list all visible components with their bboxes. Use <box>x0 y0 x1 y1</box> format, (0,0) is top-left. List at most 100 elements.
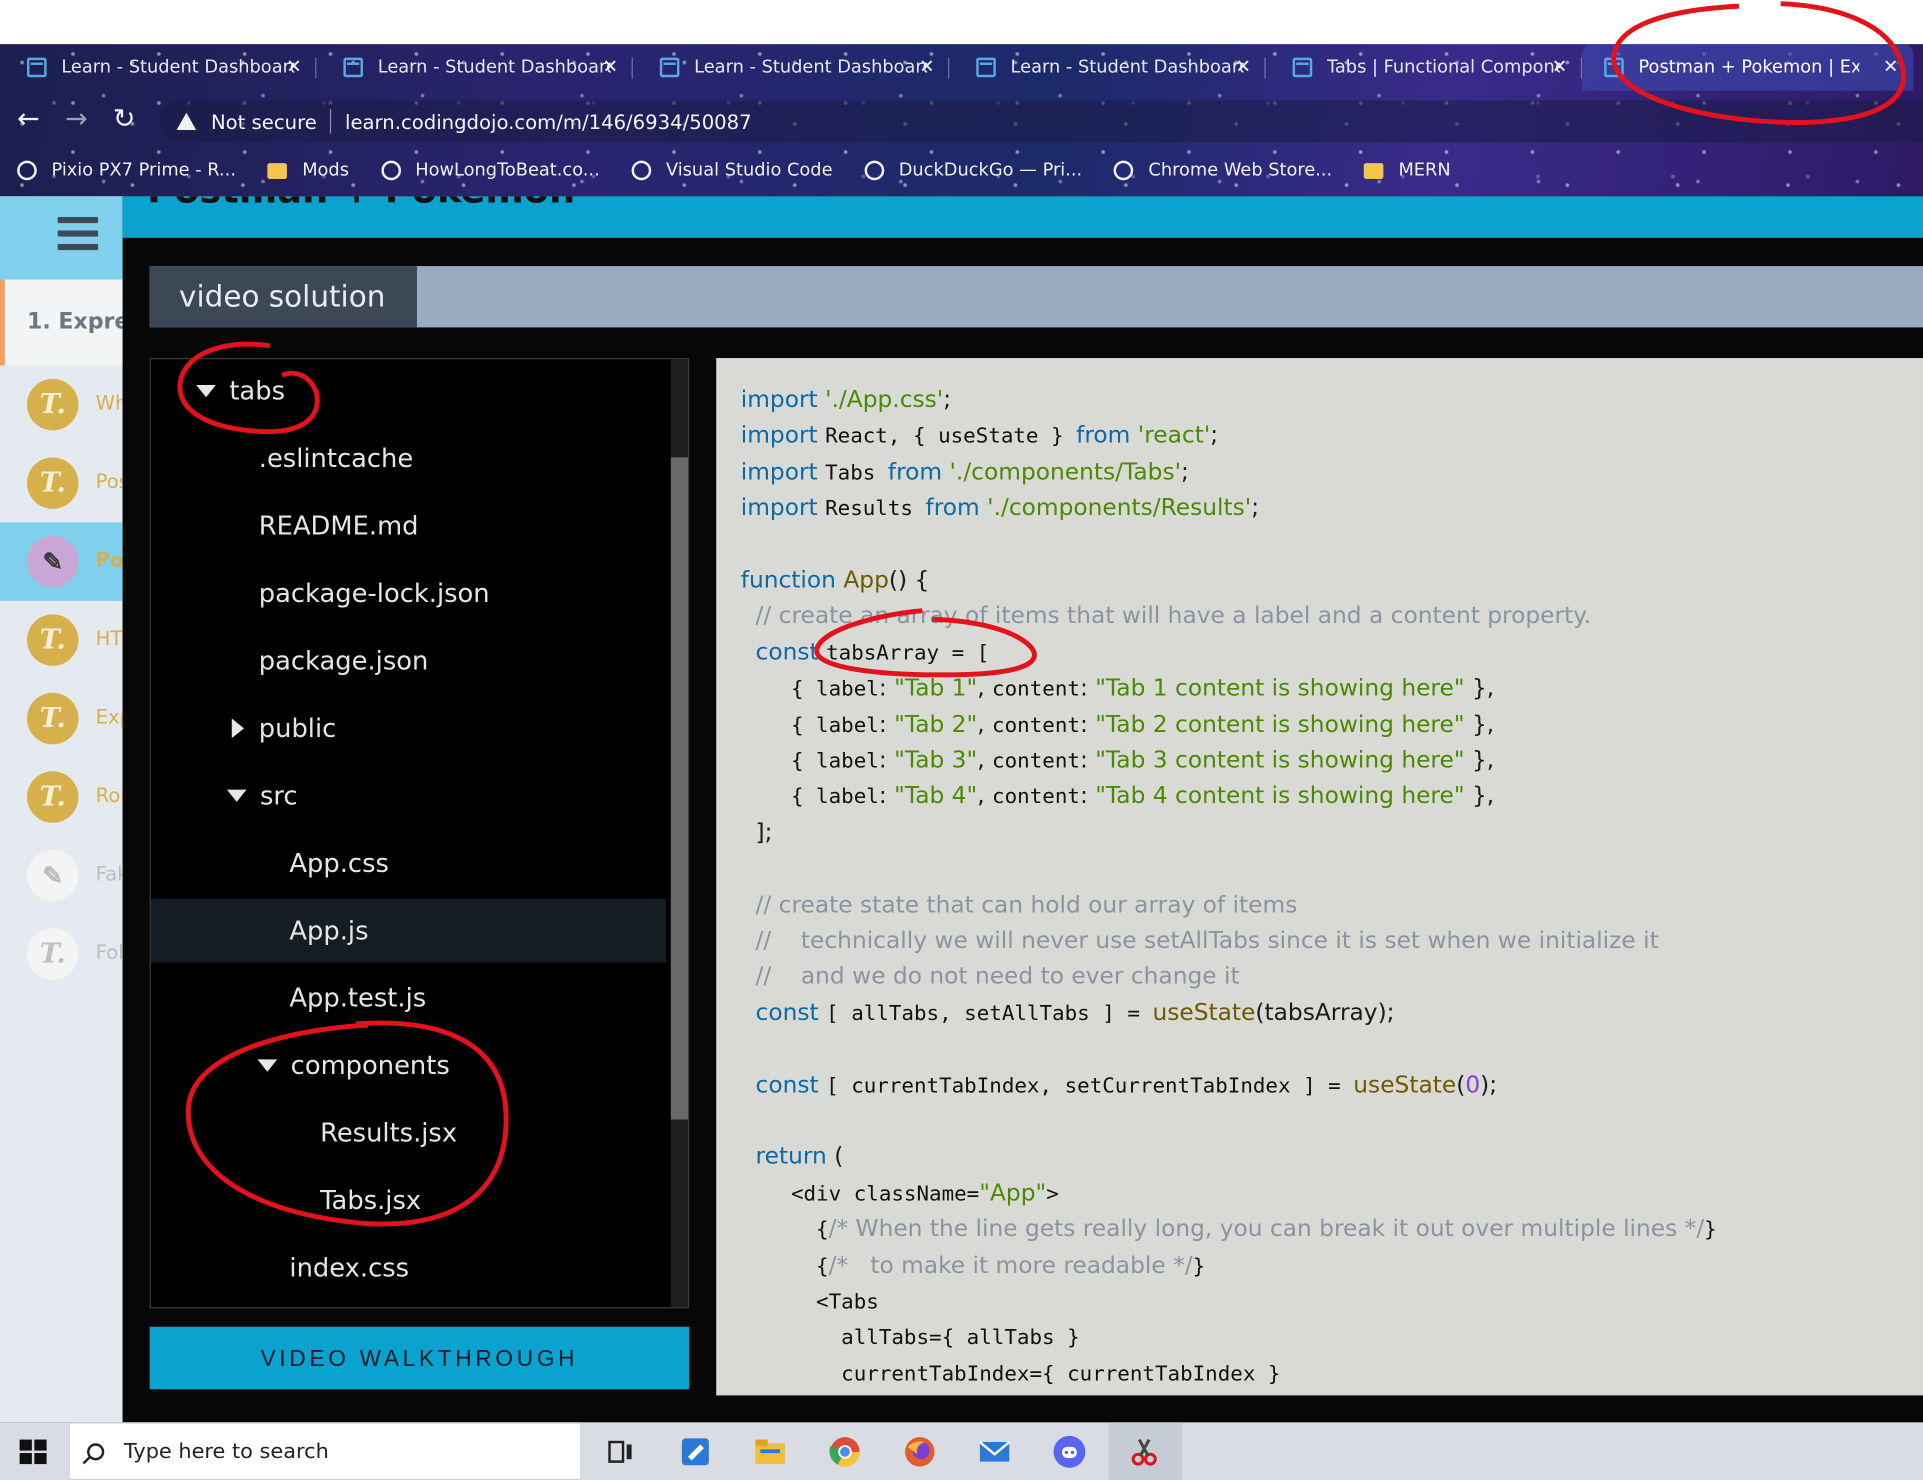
code-token: , <box>977 674 993 702</box>
sidebar-section[interactable]: 1. Expre <box>0 279 129 366</box>
code-token: "App" <box>979 1179 1047 1207</box>
back-arrow-icon[interactable]: ← <box>17 104 40 135</box>
search-icon <box>87 1442 105 1460</box>
code-token: const <box>740 1071 827 1099</box>
code-token: { label <box>740 749 879 774</box>
tree-scrollbar[interactable] <box>670 359 689 1308</box>
code-token: './components/Tabs' <box>949 458 1182 486</box>
close-tab-icon[interactable]: ✕ <box>286 55 301 77</box>
globe-icon <box>1114 160 1134 181</box>
address-bar[interactable]: Not secure learn.codingdojo.com/m/146/69… <box>159 100 1923 143</box>
warning-icon[interactable] <box>176 112 197 130</box>
mail-icon[interactable] <box>977 1435 1011 1469</box>
close-tab-icon[interactable]: ✕ <box>1883 55 1898 77</box>
url-text[interactable]: learn.codingdojo.com/m/146/6934/50087 <box>345 110 752 133</box>
bookmark-item[interactable]: Chrome Web Store... <box>1114 160 1332 181</box>
close-tab-icon[interactable]: ✕ <box>1236 55 1251 77</box>
sidebar-lesson[interactable]: T. Rou <box>0 758 133 836</box>
code-token: allTabs={ allTabs } <box>740 1326 1080 1351</box>
tree-file[interactable]: Tabs.jsx <box>151 1169 666 1233</box>
code-line: import React, { useState } from 'react'; <box>741 419 1218 455</box>
windows-start-icon[interactable] <box>19 1439 47 1465</box>
bookmark-folder[interactable]: MERN <box>1364 160 1451 181</box>
code-token: > <box>1046 1181 1059 1207</box>
code-token: Results <box>825 496 926 522</box>
codingdojo-favicon-icon <box>1292 57 1313 78</box>
tree-file[interactable]: package-lock.json <box>151 562 666 626</box>
code-token: tabsArray = [ <box>826 641 990 666</box>
sidebar-lesson[interactable]: T. Exp <box>0 679 132 757</box>
sidebar-lesson-active[interactable]: ✎ Po <box>0 522 124 601</box>
browser-tab[interactable]: Learn - Student Dashboard ✕ <box>633 44 950 91</box>
code-line: return ( <box>741 1140 844 1176</box>
tree-file[interactable]: .eslintcache <box>151 427 666 491</box>
tree-folder-tabs[interactable]: tabs <box>151 359 666 423</box>
code-token: <Tabs <box>740 1289 879 1315</box>
code-line: function App() { <box>741 563 930 599</box>
tree-item-label: Results.jsx <box>320 1118 458 1148</box>
snipping-tool-icon[interactable] <box>1127 1435 1161 1469</box>
tree-file[interactable]: Results.jsx <box>151 1101 666 1165</box>
code-token: const <box>740 638 827 666</box>
code-token: // technically we will never use setAllT… <box>740 927 1659 954</box>
scrollbar-thumb[interactable] <box>670 457 689 1120</box>
firefox-icon[interactable] <box>903 1435 937 1469</box>
tree-item-label: components <box>290 1050 450 1081</box>
tree-file[interactable]: package.json <box>151 629 666 693</box>
browser-tab[interactable]: Learn - Student Dashboard ✕ <box>0 44 317 91</box>
browser-tab[interactable]: Tabs | Functional Componer ✕ <box>1266 44 1583 91</box>
bookmark-item[interactable]: HowLongToBeat.co... <box>380 160 600 181</box>
bookmark-item[interactable]: DuckDuckGo — Pri... <box>864 160 1082 181</box>
code-token: : <box>1079 746 1096 774</box>
tree-file[interactable]: App.test.js <box>151 966 666 1030</box>
taskbar-search[interactable]: Type here to search <box>68 1422 582 1480</box>
browser-tab[interactable]: Learn - Student Dashboard ✕ <box>316 44 633 91</box>
code-token: import <box>740 494 826 522</box>
code-line: { label: "Tab 2", content: "Tab 2 conten… <box>741 707 1494 743</box>
bookmark-label: MERN <box>1398 160 1451 181</box>
tree-file[interactable]: README.md <box>151 494 666 558</box>
task-view-icon[interactable] <box>603 1435 637 1469</box>
tree-file-selected[interactable]: App.js <box>150 898 666 963</box>
tab-title: Learn - Student Dashboard <box>1010 57 1244 78</box>
sidebar-lesson[interactable]: T. Wh <box>0 365 128 443</box>
video-walkthrough-button[interactable]: VIDEO WALKTHROUGH <box>149 1326 690 1390</box>
discord-icon[interactable] <box>1052 1435 1086 1469</box>
code-token: }, <box>1464 710 1495 738</box>
sidebar-lesson[interactable]: ✎ Fak <box>0 836 129 914</box>
reload-icon[interactable]: ↻ <box>113 104 136 135</box>
browser-tab-active[interactable]: Postman + Pokemon | Expre ✕ <box>1582 44 1914 91</box>
tree-folder-public[interactable]: public <box>151 696 666 760</box>
forward-arrow-icon[interactable]: → <box>65 104 88 135</box>
menu-button[interactable] <box>0 196 123 280</box>
sidebar-lesson[interactable]: T. Fol <box>0 915 124 993</box>
file-explorer-icon[interactable] <box>753 1435 787 1469</box>
tree-item-label: package-lock.json <box>258 578 490 609</box>
assignment-pencil-icon: ✎ <box>26 849 79 902</box>
text-lesson-icon: T. <box>26 771 79 823</box>
codingdojo-favicon-icon <box>1604 57 1624 78</box>
bookmark-item[interactable]: Visual Studio Code <box>631 160 833 181</box>
tree-item-label: README.md <box>258 511 419 541</box>
sidebar-lesson[interactable]: T. Pos <box>0 444 129 522</box>
tree-file[interactable]: index.css <box>151 1236 666 1300</box>
lesson-label: HT <box>95 626 123 650</box>
close-tab-icon[interactable]: ✕ <box>1552 55 1567 77</box>
close-tab-icon[interactable]: ✕ <box>603 55 618 77</box>
tree-file[interactable]: App.css <box>151 831 666 895</box>
tree-folder-src[interactable]: src <box>151 764 666 828</box>
code-token: : <box>1079 710 1096 738</box>
bookmark-item[interactable]: Pixio PX7 Prime - R... <box>17 160 236 181</box>
code-token: { <box>740 1253 829 1279</box>
code-token: : <box>878 710 895 738</box>
close-tab-icon[interactable]: ✕ <box>919 55 934 77</box>
chrome-icon[interactable] <box>828 1435 862 1469</box>
bookmark-folder[interactable]: Mods <box>267 161 349 180</box>
sidebar-lesson[interactable]: T. HT <box>0 601 123 679</box>
sticky-notes-icon[interactable] <box>678 1435 712 1469</box>
tree-folder-components[interactable]: components <box>151 1034 666 1098</box>
hamburger-icon[interactable] <box>57 217 99 256</box>
browser-tab[interactable]: Learn - Student Dashboard ✕ <box>949 44 1266 91</box>
security-label[interactable]: Not secure <box>211 110 317 133</box>
tab-video-solution[interactable]: video solution <box>149 266 417 328</box>
